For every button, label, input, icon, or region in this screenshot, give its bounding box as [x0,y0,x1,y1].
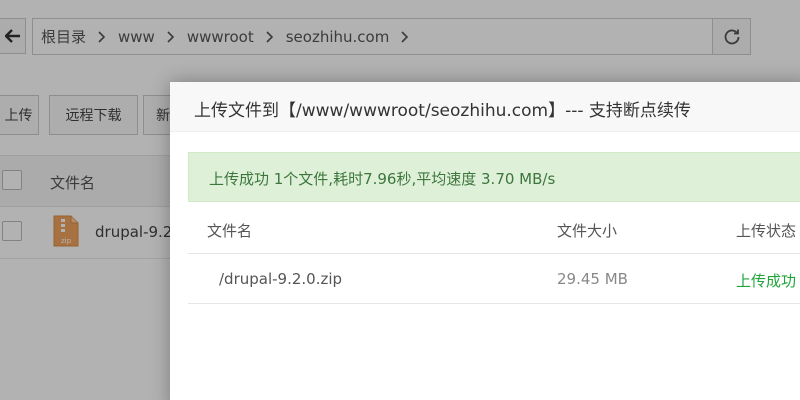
column-header-filesize: 文件大小 [557,222,618,240]
uploaded-file-size: 29.45 MB [557,270,628,288]
dialog-title: 上传文件到【/www/wwwroot/seozhihu.com】--- 支持断点… [194,101,691,121]
upload-status: 上传成功 [736,272,797,290]
upload-dialog: 上传文件到【/www/wwwroot/seozhihu.com】--- 支持断点… [170,82,800,400]
upload-list-header: 文件名 文件大小 上传状态 [188,204,800,254]
upload-success-alert: 上传成功 1个文件,耗时7.96秒,平均速度 3.70 MB/s [188,152,800,202]
column-header-filename: 文件名 [207,222,253,240]
uploaded-file-name: /drupal-9.2.0.zip [219,270,343,288]
column-header-status: 上传状态 [736,222,797,240]
dialog-header: 上传文件到【/www/wwwroot/seozhihu.com】--- 支持断点… [170,82,800,132]
list-item: /drupal-9.2.0.zip 29.45 MB 上传成功 [188,254,800,304]
